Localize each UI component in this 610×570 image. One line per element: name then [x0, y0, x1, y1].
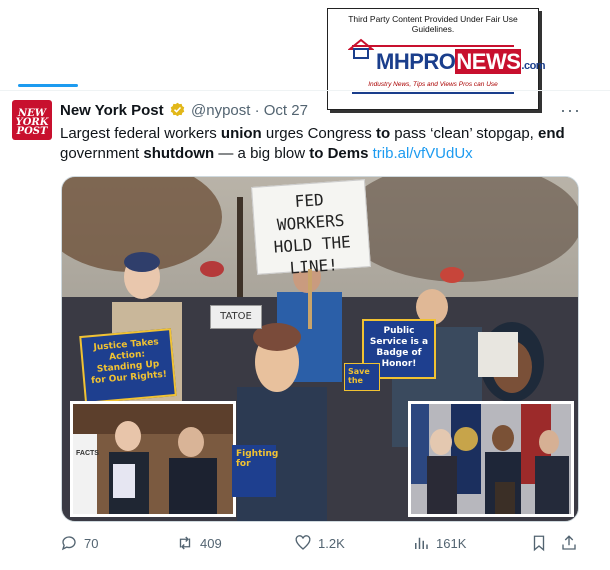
inset-left-photo — [73, 404, 233, 514]
retweet-button[interactable]: 409 — [176, 534, 222, 552]
active-tab-indicator — [18, 84, 78, 87]
views-chart-icon — [415, 537, 428, 549]
fed-workers-sign: FED WORKERS HOLD THE LINE! — [251, 179, 371, 278]
tatoe-sign: TATOE — [210, 305, 262, 329]
avatar[interactable]: NEW YORK POST — [12, 100, 52, 140]
heart-icon — [295, 535, 311, 550]
house-logo-icon — [348, 38, 374, 59]
tweet-image[interactable]: FED WORKERS HOLD THE LINE! Justice Takes… — [61, 176, 579, 522]
fighting-sign: Fighting for — [232, 445, 278, 497]
tweet-actions: 70 409 1.2K 161K — [60, 534, 580, 554]
like-button[interactable]: 1.2K — [294, 534, 345, 552]
author-name[interactable]: New York Post — [60, 102, 164, 119]
tweet-text: Largest federal workers union urges Cong… — [60, 125, 565, 162]
facts-sign-text: FACTS — [76, 450, 99, 457]
sign-stick — [308, 269, 312, 329]
verified-gold-badge-icon — [170, 102, 185, 117]
like-count: 1.2K — [318, 535, 345, 551]
author-handle[interactable]: @nypost — [191, 102, 250, 119]
tweet-link[interactable]: trib.al/vfVUdUx — [373, 145, 473, 162]
views-count: 161K — [436, 535, 467, 551]
watermark-tagline: Industry News, Tips and Views Pros can U… — [368, 81, 498, 88]
bookmark-icon — [533, 535, 545, 552]
retweet-count: 409 — [200, 535, 222, 551]
inset-photo-democrats-press — [408, 401, 574, 517]
fair-use-watermark: Third Party Content Provided Under Fair … — [327, 8, 546, 110]
handwritten-sign — [478, 332, 518, 377]
justice-sign: Justice Takes Action: Standing Up for Ou… — [79, 328, 177, 404]
avatar-text: NEW YORK POST — [15, 108, 49, 137]
inset-right-photo — [411, 404, 571, 514]
save-sign: Save the — [344, 363, 380, 391]
inset-photo-capitol-press: FACTS — [70, 401, 236, 517]
watermark-divider-top — [352, 45, 514, 47]
watermark-caption: Third Party Content Provided Under Fair … — [348, 14, 518, 34]
timeline-divider — [0, 90, 610, 91]
reply-icon — [61, 536, 76, 551]
tweet-header: New York Post @nypost · Oct 27 — [60, 102, 308, 119]
bookmark-button[interactable] — [530, 534, 548, 552]
share-button[interactable] — [560, 534, 578, 552]
views-button[interactable]: 161K — [412, 534, 466, 552]
header-separator: · — [254, 102, 260, 119]
more-options-icon[interactable]: ··· — [560, 100, 581, 121]
justice-sign-text: Justice Takes Action: Standing Up for Ou… — [90, 337, 168, 387]
reply-count: 70 — [84, 535, 99, 551]
mhpronews-logo: MHPRONEWS.com — [376, 49, 546, 74]
tweet-date[interactable]: Oct 27 — [264, 102, 308, 119]
watermark-divider-bottom — [352, 92, 514, 94]
retweet-icon — [179, 536, 191, 550]
reply-button[interactable]: 70 — [60, 534, 98, 552]
share-icon — [562, 535, 576, 550]
